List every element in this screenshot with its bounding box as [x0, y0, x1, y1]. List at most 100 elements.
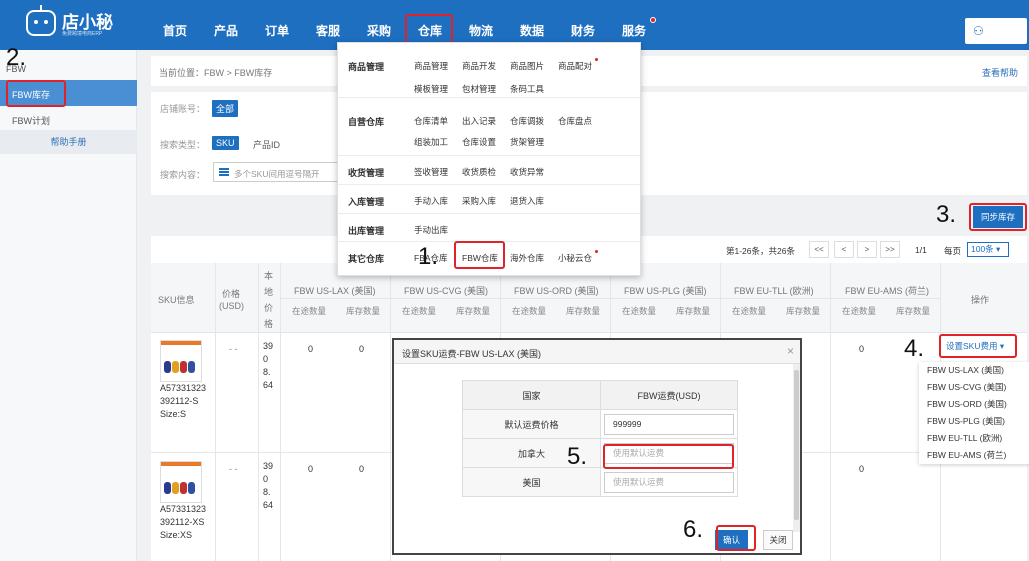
- sub-col-transit[interactable]: 在途数量: [292, 305, 326, 317]
- dd-link[interactable]: 商品图片: [510, 60, 544, 72]
- local-price-3: 8.: [263, 367, 271, 377]
- services-notification-dot: [650, 17, 656, 23]
- lax-stock-qty: 0: [359, 464, 365, 474]
- dd-link[interactable]: 模板管理: [414, 83, 448, 95]
- help-manual-button[interactable]: 帮助手册: [0, 130, 137, 154]
- nav-services[interactable]: 服务: [622, 22, 646, 39]
- app-logo[interactable]: 店小秘 免费跨境电商ERP: [26, 5, 121, 42]
- fee-option-lax[interactable]: FBW US-LAX (美国): [919, 362, 1029, 379]
- fee-option-ams[interactable]: FBW EU-AMS (荷兰): [919, 447, 1029, 464]
- shop-account-label: 店铺账号：: [160, 104, 206, 114]
- dd-section-own-warehouse: 自营仓库 仓库清单 出入记录 仓库调拨 仓库盘点 组装加工 仓库设置 货架管理: [338, 98, 640, 156]
- fee-option-tll[interactable]: FBW EU-TLL (欧洲): [919, 430, 1029, 447]
- search-type-product-id[interactable]: 产品ID: [253, 138, 280, 151]
- default-fee-input[interactable]: 999999: [604, 413, 734, 435]
- user-switch-icon: ⚇: [973, 24, 984, 38]
- list-icon: [219, 168, 229, 176]
- sub-col-stock[interactable]: 库存数量: [566, 305, 600, 317]
- sku-line: A57331323: [160, 504, 207, 514]
- search-content-input[interactable]: 多个SKU间用逗号隔开: [213, 162, 338, 182]
- dd-link[interactable]: 仓库调拨: [510, 115, 544, 127]
- dd-link[interactable]: 仓库盘点: [558, 115, 592, 127]
- dialog-scrollbar[interactable]: [793, 364, 800, 532]
- dd-link[interactable]: 手动出库: [414, 224, 448, 236]
- sub-col-transit[interactable]: 在途数量: [842, 305, 876, 317]
- close-icon[interactable]: ×: [787, 344, 794, 358]
- pager-first[interactable]: <<: [809, 241, 829, 258]
- col-wh-tll: FBW EU-TLL (欧洲): [734, 286, 814, 296]
- dd-link[interactable]: 商品配对: [558, 60, 592, 72]
- step-5-label: 5.: [567, 443, 588, 470]
- dd-link[interactable]: 仓库设置: [462, 136, 496, 148]
- dd-link[interactable]: 货架管理: [510, 136, 544, 148]
- dd-link[interactable]: 条码工具: [510, 83, 544, 95]
- sidebar-item-fbw-plan[interactable]: FBW计划: [12, 114, 50, 127]
- dialog-header: 设置SKU运费-FBW US-LAX (美国) ×: [394, 340, 800, 364]
- sub-col-transit[interactable]: 在途数量: [622, 305, 656, 317]
- dd-link[interactable]: 商品管理: [414, 60, 448, 72]
- dd-link[interactable]: 包材管理: [462, 83, 496, 95]
- search-type-label: 搜索类型：: [160, 140, 206, 150]
- sub-col-transit[interactable]: 在途数量: [402, 305, 436, 317]
- nav-finance[interactable]: 财务: [571, 22, 595, 39]
- nav-logistics[interactable]: 物流: [469, 22, 493, 39]
- sub-col-stock[interactable]: 库存数量: [896, 305, 930, 317]
- dd-link[interactable]: 采购入库: [462, 195, 496, 207]
- lax-transit-qty: 0: [308, 464, 314, 474]
- dd-link[interactable]: 手动入库: [414, 195, 448, 207]
- sub-col-transit[interactable]: 在途数量: [512, 305, 546, 317]
- price-value: - -: [229, 464, 238, 474]
- sub-col-stock[interactable]: 库存数量: [456, 305, 490, 317]
- col-local-price-3: 价: [264, 303, 274, 313]
- dd-link[interactable]: 仓库清单: [414, 115, 448, 127]
- warehouse-fee-menu: FBW US-LAX (美国) FBW US-CVG (美国) FBW US-O…: [919, 362, 1029, 464]
- dd-section-product: 商品管理 商品管理 商品开发 商品图片 商品配对 模板管理 包材管理 条码工具: [338, 43, 640, 98]
- close-button[interactable]: 关闭: [763, 530, 793, 550]
- local-price-2: 0: [263, 474, 269, 484]
- sku-line: 392112-XS: [160, 517, 205, 527]
- nav-data[interactable]: 数据: [520, 22, 544, 39]
- nav-purchasing[interactable]: 采购: [367, 22, 391, 39]
- fee-option-plg[interactable]: FBW US-PLG (美国): [919, 413, 1029, 430]
- dialog-title: 设置SKU运费-FBW US-LAX (美国): [402, 349, 542, 359]
- fee-option-ord[interactable]: FBW US-ORD (美国): [919, 396, 1029, 413]
- sub-col-transit[interactable]: 在途数量: [732, 305, 766, 317]
- nav-orders[interactable]: 订单: [265, 22, 289, 39]
- dd-link[interactable]: 收货质检: [462, 166, 496, 178]
- nav-products[interactable]: 产品: [214, 22, 238, 39]
- product-image[interactable]: [160, 461, 202, 503]
- usa-fee-input[interactable]: 使用默认运费: [604, 471, 734, 493]
- pager-last[interactable]: >>: [880, 241, 900, 258]
- search-type-sku[interactable]: SKU: [212, 136, 239, 150]
- col-country: 国家: [462, 380, 601, 410]
- col-local-price-2: 地: [264, 287, 274, 297]
- new-dot: [595, 58, 598, 61]
- fee-table: 国家 FBW运费(USD) 默认运费价格 999999 加拿大 使用默认运费 美…: [462, 380, 738, 497]
- view-help-link[interactable]: 查看帮助: [982, 66, 1018, 79]
- shipping-fee-dialog: 设置SKU运费-FBW US-LAX (美国) × 国家 FBW运费(USD) …: [392, 338, 802, 555]
- product-image[interactable]: [160, 340, 202, 382]
- dd-link[interactable]: 组装加工: [414, 136, 448, 148]
- sub-col-stock[interactable]: 库存数量: [346, 305, 380, 317]
- dd-link[interactable]: 出入记录: [462, 115, 496, 127]
- pager-prev[interactable]: <: [834, 241, 854, 258]
- dd-link[interactable]: 签收管理: [414, 166, 448, 178]
- shop-filter-all[interactable]: 全部: [212, 100, 239, 117]
- user-menu-button[interactable]: ⚇: [965, 18, 1027, 44]
- fee-option-cvg[interactable]: FBW US-CVG (美国): [919, 379, 1029, 396]
- nav-home[interactable]: 首页: [163, 22, 187, 39]
- local-price-2: 0: [263, 354, 269, 364]
- perpage-value: 100条: [971, 244, 994, 254]
- sub-col-stock[interactable]: 库存数量: [676, 305, 710, 317]
- dd-link[interactable]: 退货入库: [510, 195, 544, 207]
- sidebar: FBW FBW库存 FBW计划 帮助手册: [0, 50, 137, 561]
- perpage-select[interactable]: 100条 ▾: [967, 242, 1009, 257]
- dd-link[interactable]: 商品开发: [462, 60, 496, 72]
- sub-col-stock[interactable]: 库存数量: [786, 305, 820, 317]
- nav-customer-service[interactable]: 客服: [316, 22, 340, 39]
- dd-link[interactable]: 收货异常: [510, 166, 544, 178]
- dd-link[interactable]: 小秘云仓: [558, 252, 592, 264]
- logo-subtitle: 免费跨境电商ERP: [62, 31, 103, 37]
- dd-link[interactable]: 海外仓库: [510, 252, 544, 264]
- pager-next[interactable]: >: [857, 241, 877, 258]
